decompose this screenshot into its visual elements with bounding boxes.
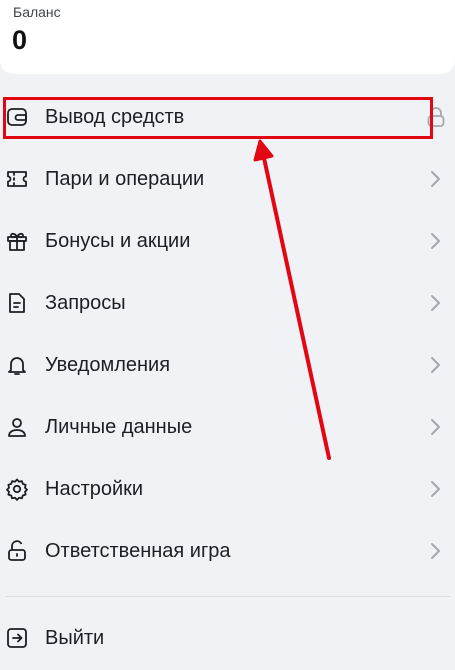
chevron-right-icon <box>428 231 442 251</box>
chevron-right-icon <box>428 293 442 313</box>
menu-item-label: Ответственная игра <box>45 540 231 562</box>
chevron-right-icon <box>428 169 442 189</box>
logout-label: Выйти <box>45 627 105 649</box>
menu-item-responsible-gaming[interactable]: Ответственная игра <box>0 521 455 583</box>
gear-icon <box>5 477 29 501</box>
gift-icon <box>5 229 29 253</box>
menu-item-settings[interactable]: Настройки <box>0 459 455 521</box>
padlock-icon <box>5 539 29 563</box>
balance-card: Баланс 0 <box>0 0 455 74</box>
menu-divider <box>5 596 450 597</box>
ticket-icon <box>5 167 29 191</box>
menu-item-label: Вывод средств <box>45 106 185 128</box>
chevron-right-icon <box>428 479 442 499</box>
balance-value: 0 <box>12 25 28 55</box>
document-icon <box>5 291 29 315</box>
menu-item-bonuses[interactable]: Бонусы и акции <box>0 211 455 273</box>
menu-item-requests[interactable]: Запросы <box>0 273 455 335</box>
menu-item-label: Личные данные <box>45 416 193 438</box>
chevron-right-icon <box>428 355 442 375</box>
menu-item-withdraw[interactable]: Вывод средств <box>0 87 455 149</box>
menu-item-label: Запросы <box>45 292 126 314</box>
chevron-right-icon <box>428 417 442 437</box>
menu-item-notifications[interactable]: Уведомления <box>0 335 455 397</box>
menu-item-personal-data[interactable]: Личные данные <box>0 397 455 459</box>
menu-item-bets-operations[interactable]: Пари и операции <box>0 149 455 211</box>
balance-label: Баланс <box>13 4 61 20</box>
wallet-icon <box>5 105 29 129</box>
user-icon <box>5 415 29 439</box>
menu-item-label: Настройки <box>45 478 144 500</box>
menu-item-label: Уведомления <box>45 354 171 376</box>
logout-button[interactable]: Выйти <box>0 608 455 670</box>
logout-icon <box>5 626 29 650</box>
menu-item-label: Бонусы и акции <box>45 230 191 252</box>
menu-item-label: Пари и операции <box>45 168 205 190</box>
chevron-right-icon <box>428 541 442 561</box>
bell-icon <box>5 353 29 377</box>
lock-icon <box>426 106 446 128</box>
